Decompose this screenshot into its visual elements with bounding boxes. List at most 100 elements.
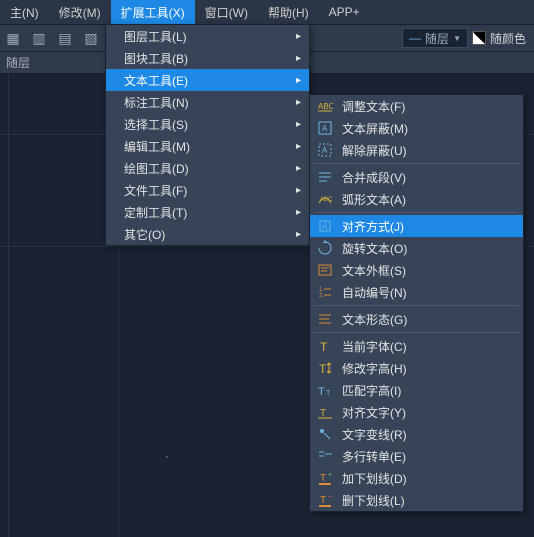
arrow-right-icon: ▸ xyxy=(296,119,301,130)
tool-icon-4[interactable]: ▧ xyxy=(79,26,103,50)
layer-dropdown-label: 随层 xyxy=(425,30,449,47)
menu-edit-tools[interactable]: 编辑工具(M)▸ xyxy=(106,135,309,157)
menu-zhu[interactable]: 主(N) xyxy=(0,0,49,25)
text-mask-icon: A xyxy=(316,119,334,137)
current-font-icon: T xyxy=(316,337,334,355)
rotate-text-icon xyxy=(316,239,334,257)
menu-item-label: 当前字体(C) xyxy=(342,338,407,355)
menu-item-label: 匹配字高(I) xyxy=(342,382,401,399)
menu-text-unmask[interactable]: A 解除屏蔽(U) xyxy=(310,139,523,161)
menu-underline-add[interactable]: T+ 加下划线(D) xyxy=(310,467,523,489)
menu-item-label: 调整文本(F) xyxy=(342,98,405,115)
menu-separator xyxy=(314,163,519,164)
color-swatch[interactable] xyxy=(472,31,486,45)
merge-paragraph-icon xyxy=(316,168,334,186)
menu-dimension-tools[interactable]: 标注工具(N)▸ xyxy=(106,91,309,113)
menu-auto-number[interactable]: 1.2. 自动编号(N) xyxy=(310,281,523,303)
menu-item-label: 对齐方式(J) xyxy=(342,218,404,235)
underline-add-icon: T+ xyxy=(316,469,334,487)
arrow-right-icon: ▸ xyxy=(296,31,301,42)
arrow-right-icon: ▸ xyxy=(296,97,301,108)
menu-arc-text[interactable]: ABC 弧形文本(A) xyxy=(310,188,523,210)
menu-current-font[interactable]: T 当前字体(C) xyxy=(310,335,523,357)
align-text-icon: T xyxy=(316,403,334,421)
menu-text-tools[interactable]: 文本工具(E)▸ xyxy=(106,69,309,91)
svg-text:ABC: ABC xyxy=(318,102,333,111)
arrow-right-icon: ▸ xyxy=(296,75,301,86)
menu-item-label: 弧形文本(A) xyxy=(342,191,406,208)
extend-tools-menu: 图层工具(L)▸ 图块工具(B)▸ 文本工具(E)▸ 标注工具(N)▸ 选择工具… xyxy=(105,24,310,246)
svg-text:−: − xyxy=(328,494,332,501)
text-unmask-icon: A xyxy=(316,141,334,159)
arrow-right-icon: ▸ xyxy=(296,163,301,174)
menu-text-frame[interactable]: 文本外框(S) xyxy=(310,259,523,281)
menu-separator xyxy=(314,305,519,306)
menu-item-label: 删下划线(L) xyxy=(342,492,405,509)
tool-icon-2[interactable]: ▥ xyxy=(27,26,51,50)
menu-item-label: 自动编号(N) xyxy=(342,284,407,301)
menu-others[interactable]: 其它(O)▸ xyxy=(106,223,309,245)
menu-change-height[interactable]: T 修改字高(H) xyxy=(310,357,523,379)
menu-item-label: 文字变线(R) xyxy=(342,426,407,443)
color-dropdown-label: 随颜色 xyxy=(490,30,526,47)
menu-merge-paragraph[interactable]: 合并成段(V) xyxy=(310,166,523,188)
text-to-line-icon xyxy=(316,425,334,443)
menu-app-plus[interactable]: APP+ xyxy=(319,1,370,23)
menu-match-height[interactable]: TT 匹配字高(I) xyxy=(310,379,523,401)
svg-text:A: A xyxy=(322,222,328,231)
menu-item-label: 文本形态(G) xyxy=(342,311,407,328)
match-height-icon: TT xyxy=(316,381,334,399)
menu-draw-tools[interactable]: 绘图工具(D)▸ xyxy=(106,157,309,179)
secondbar-label: 随层 xyxy=(6,54,30,71)
arrow-right-icon: ▸ xyxy=(296,185,301,196)
arrow-right-icon: ▸ xyxy=(296,141,301,152)
canvas-marker: · xyxy=(165,449,169,463)
svg-text:A: A xyxy=(322,124,328,133)
alignment-icon: A xyxy=(316,217,334,235)
svg-text:T: T xyxy=(320,473,326,484)
menu-separator xyxy=(314,332,519,333)
svg-text:T: T xyxy=(318,386,325,398)
layer-dropdown[interactable]: — 随层 ▼ xyxy=(402,28,468,48)
svg-text:T: T xyxy=(320,495,326,506)
menu-item-label: 多行转单(E) xyxy=(342,448,406,465)
menu-text-shape[interactable]: 文本形态(G) xyxy=(310,308,523,330)
menu-help[interactable]: 帮助(H) xyxy=(258,0,319,25)
menu-item-label: 文本屏蔽(M) xyxy=(342,120,408,137)
menu-rotate-text[interactable]: 旋转文本(O) xyxy=(310,237,523,259)
menu-extend-tools[interactable]: 扩展工具(X) xyxy=(111,0,195,25)
menu-align-text[interactable]: T 对齐文字(Y) xyxy=(310,401,523,423)
menu-text-mask[interactable]: A 文本屏蔽(M) xyxy=(310,117,523,139)
tool-icon-3[interactable]: ▤ xyxy=(53,26,77,50)
menu-item-label: 文本外框(S) xyxy=(342,262,406,279)
menu-layer-tools[interactable]: 图层工具(L)▸ xyxy=(106,25,309,47)
arrow-right-icon: ▸ xyxy=(296,207,301,218)
menu-item-label: 旋转文本(O) xyxy=(342,240,407,257)
arc-text-icon: ABC xyxy=(316,190,334,208)
menu-select-tools[interactable]: 选择工具(S)▸ xyxy=(106,113,309,135)
menu-text-to-line[interactable]: 文字变线(R) xyxy=(310,423,523,445)
menu-adjust-text[interactable]: ABC 调整文本(F) xyxy=(310,95,523,117)
svg-text:A: A xyxy=(322,146,328,155)
menu-item-label: 修改字高(H) xyxy=(342,360,407,377)
menu-item-label: 加下划线(D) xyxy=(342,470,407,487)
auto-number-icon: 1.2. xyxy=(316,283,334,301)
menu-modify[interactable]: 修改(M) xyxy=(49,0,111,25)
menu-alignment[interactable]: A 对齐方式(J) xyxy=(310,215,523,237)
tool-icon-1[interactable]: ▦ xyxy=(1,26,25,50)
svg-text:ABC: ABC xyxy=(320,197,333,203)
menu-file-tools[interactable]: 文件工具(F)▸ xyxy=(106,179,309,201)
menu-window[interactable]: 窗口(W) xyxy=(195,0,258,25)
menu-custom-tools[interactable]: 定制工具(T)▸ xyxy=(106,201,309,223)
text-tools-submenu: ABC 调整文本(F) A 文本屏蔽(M) A 解除屏蔽(U) 合并成段(V) ABC 弧形文本… xyxy=(309,94,524,512)
change-height-icon: T xyxy=(316,359,334,377)
underline-del-icon: T− xyxy=(316,491,334,509)
menu-underline-del[interactable]: T− 删下划线(L) xyxy=(310,489,523,511)
svg-text:+: + xyxy=(328,472,332,479)
menu-block-tools[interactable]: 图块工具(B)▸ xyxy=(106,47,309,69)
menu-item-label: 对齐文字(Y) xyxy=(342,404,406,421)
menu-item-label: 合并成段(V) xyxy=(342,169,406,186)
svg-text:2.: 2. xyxy=(319,293,324,299)
menu-item-label: 解除屏蔽(U) xyxy=(342,142,407,159)
menu-multi-to-single[interactable]: 多行转单(E) xyxy=(310,445,523,467)
